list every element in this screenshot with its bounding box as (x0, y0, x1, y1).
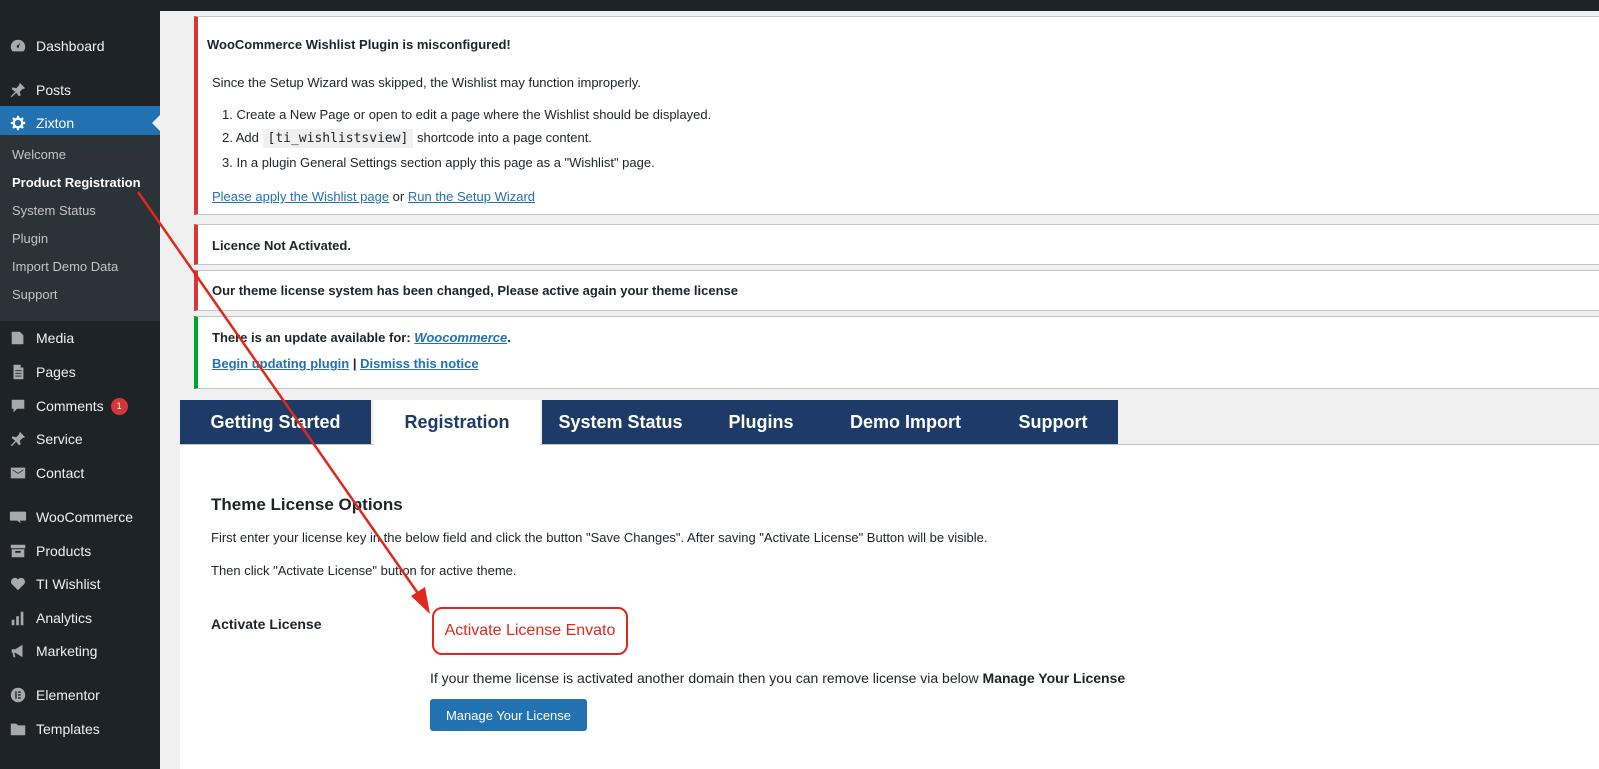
sidebar-item-label: Posts (36, 82, 72, 98)
zixton-submenu: Welcome Product Registration System Stat… (0, 135, 160, 321)
sidebar-item-label: Pages (36, 364, 76, 380)
apply-wishlist-page-link[interactable]: Please apply the Wishlist page (212, 189, 389, 204)
elementor-icon (0, 686, 36, 704)
dismiss-notice-link[interactable]: Dismiss this notice (360, 356, 478, 371)
comments-count-badge: 1 (110, 397, 128, 415)
tab-registration[interactable]: Registration (374, 400, 540, 445)
licence-not-activated-notice: Licence Not Activated. (194, 224, 1599, 265)
notice-links: Please apply the Wishlist page or Run th… (212, 189, 536, 204)
activate-license-envato-button[interactable]: Activate License Envato (432, 607, 628, 655)
activate-license-label: Activate License (211, 616, 322, 632)
sidebar-item-service[interactable]: Service (0, 422, 160, 456)
submenu-plugin[interactable]: Plugin (12, 231, 48, 246)
page-title: Theme License Options (211, 495, 403, 514)
submenu-support[interactable]: Support (12, 287, 58, 302)
sidebar-item-label: Contact (36, 465, 85, 481)
update-links: Begin updating plugin | Dismiss this not… (212, 356, 479, 371)
woo-icon (0, 508, 36, 526)
sidebar-item-analytics[interactable]: Analytics (0, 601, 160, 635)
sidebar-item-marketing[interactable]: Marketing (0, 634, 160, 668)
heart-icon (0, 575, 36, 593)
instruction-text-2: Then click "Activate License" button for… (211, 563, 517, 578)
sidebar-item-woocommerce[interactable]: WooCommerce (0, 500, 160, 534)
sidebar-item-pages[interactable]: Pages (0, 355, 160, 389)
woocommerce-link[interactable]: Woocommerce (414, 330, 507, 345)
submenu-system-status[interactable]: System Status (12, 203, 96, 218)
sidebar-item-products[interactable]: Products (0, 534, 160, 568)
archive-icon (0, 542, 36, 560)
sidebar-item-media[interactable]: Media (0, 321, 160, 355)
sidebar-item-label: Elementor (36, 687, 100, 703)
sidebar-item-label: TI Wishlist (36, 576, 101, 592)
sidebar-item-label: Dashboard (36, 38, 105, 54)
megaphone-icon (0, 642, 36, 660)
pages-icon (0, 363, 36, 381)
notice-text: Our theme license system has been change… (212, 283, 739, 298)
notice-intro: Since the Setup Wizard was skipped, the … (212, 75, 641, 90)
folder-icon (0, 720, 36, 738)
sidebar-item-contact[interactable]: Contact (0, 456, 160, 490)
tab-getting-started[interactable]: Getting Started (180, 400, 371, 444)
admin-bar (0, 0, 1599, 11)
notice-title: WooCommerce Wishlist Plugin is misconfig… (207, 37, 511, 52)
notice-step-2: 2. Add [ti_wishlistsview] shortcode into… (222, 129, 592, 148)
notice-step-3: 3. In a plugin General Settings section … (222, 155, 655, 170)
sidebar-item-label: WooCommerce (36, 509, 133, 525)
notice-text: Licence Not Activated. (212, 238, 351, 253)
begin-updating-link[interactable]: Begin updating plugin (212, 356, 349, 371)
gear-icon (0, 114, 36, 132)
sidebar-item-templates[interactable]: Templates (0, 712, 160, 746)
sidebar-item-label: Analytics (36, 610, 93, 626)
sidebar-item-label: Products (36, 543, 92, 559)
sidebar-item-label: Media (36, 330, 75, 346)
media-icon (0, 329, 36, 347)
sidebar-item-elementor[interactable]: Elementor (0, 678, 160, 712)
sidebar-item-label: Templates (36, 721, 100, 737)
dashboard-icon (0, 37, 36, 55)
theme-license-notice: Our theme license system has been change… (194, 270, 1599, 311)
sidebar-item-comments[interactable]: Comments 1 (0, 389, 160, 423)
update-available-notice: There is an update available for: Woocom… (194, 316, 1599, 389)
tab-system-status[interactable]: System Status (542, 400, 699, 444)
pin-icon (0, 430, 36, 448)
sidebar-item-ti-wishlist[interactable]: TI Wishlist (0, 567, 160, 601)
comment-icon (0, 397, 36, 415)
chart-icon (0, 609, 36, 627)
sidebar-item-label: Comments (36, 398, 104, 414)
tab-demo-import[interactable]: Demo Import (823, 400, 988, 444)
submenu-product-registration[interactable]: Product Registration (12, 175, 141, 190)
sidebar-item-dashboard[interactable]: Dashboard (0, 29, 160, 63)
theme-tabs: Getting Started Registration System Stat… (180, 400, 1599, 445)
submenu-import-demo-data[interactable]: Import Demo Data (12, 259, 118, 274)
tab-support[interactable]: Support (988, 400, 1118, 444)
sidebar-item-label: Service (36, 431, 83, 447)
submenu-welcome[interactable]: Welcome (12, 147, 66, 162)
manage-license-text: If your theme license is activated anoth… (430, 670, 1126, 686)
sidebar-item-label: Marketing (36, 643, 98, 659)
instruction-text-1: First enter your license key in the belo… (211, 530, 988, 545)
pin-icon (0, 81, 36, 99)
tab-plugins[interactable]: Plugins (699, 400, 823, 444)
notice-step-1: 1. Create a New Page or open to edit a p… (222, 107, 712, 122)
sidebar-item-label: Zixton (36, 115, 75, 131)
wishlist-misconfigured-notice: WooCommerce Wishlist Plugin is misconfig… (194, 16, 1599, 215)
update-text: There is an update available for: Woocom… (212, 330, 511, 345)
manage-your-license-button[interactable]: Manage Your License (430, 699, 587, 731)
run-setup-wizard-link[interactable]: Run the Setup Wizard (408, 189, 535, 204)
sidebar-item-posts[interactable]: Posts (0, 73, 160, 107)
mail-icon (0, 464, 36, 482)
registration-panel: Theme License Options First enter your l… (180, 445, 1599, 769)
shortcode: [ti_wishlistsview] (262, 129, 414, 148)
